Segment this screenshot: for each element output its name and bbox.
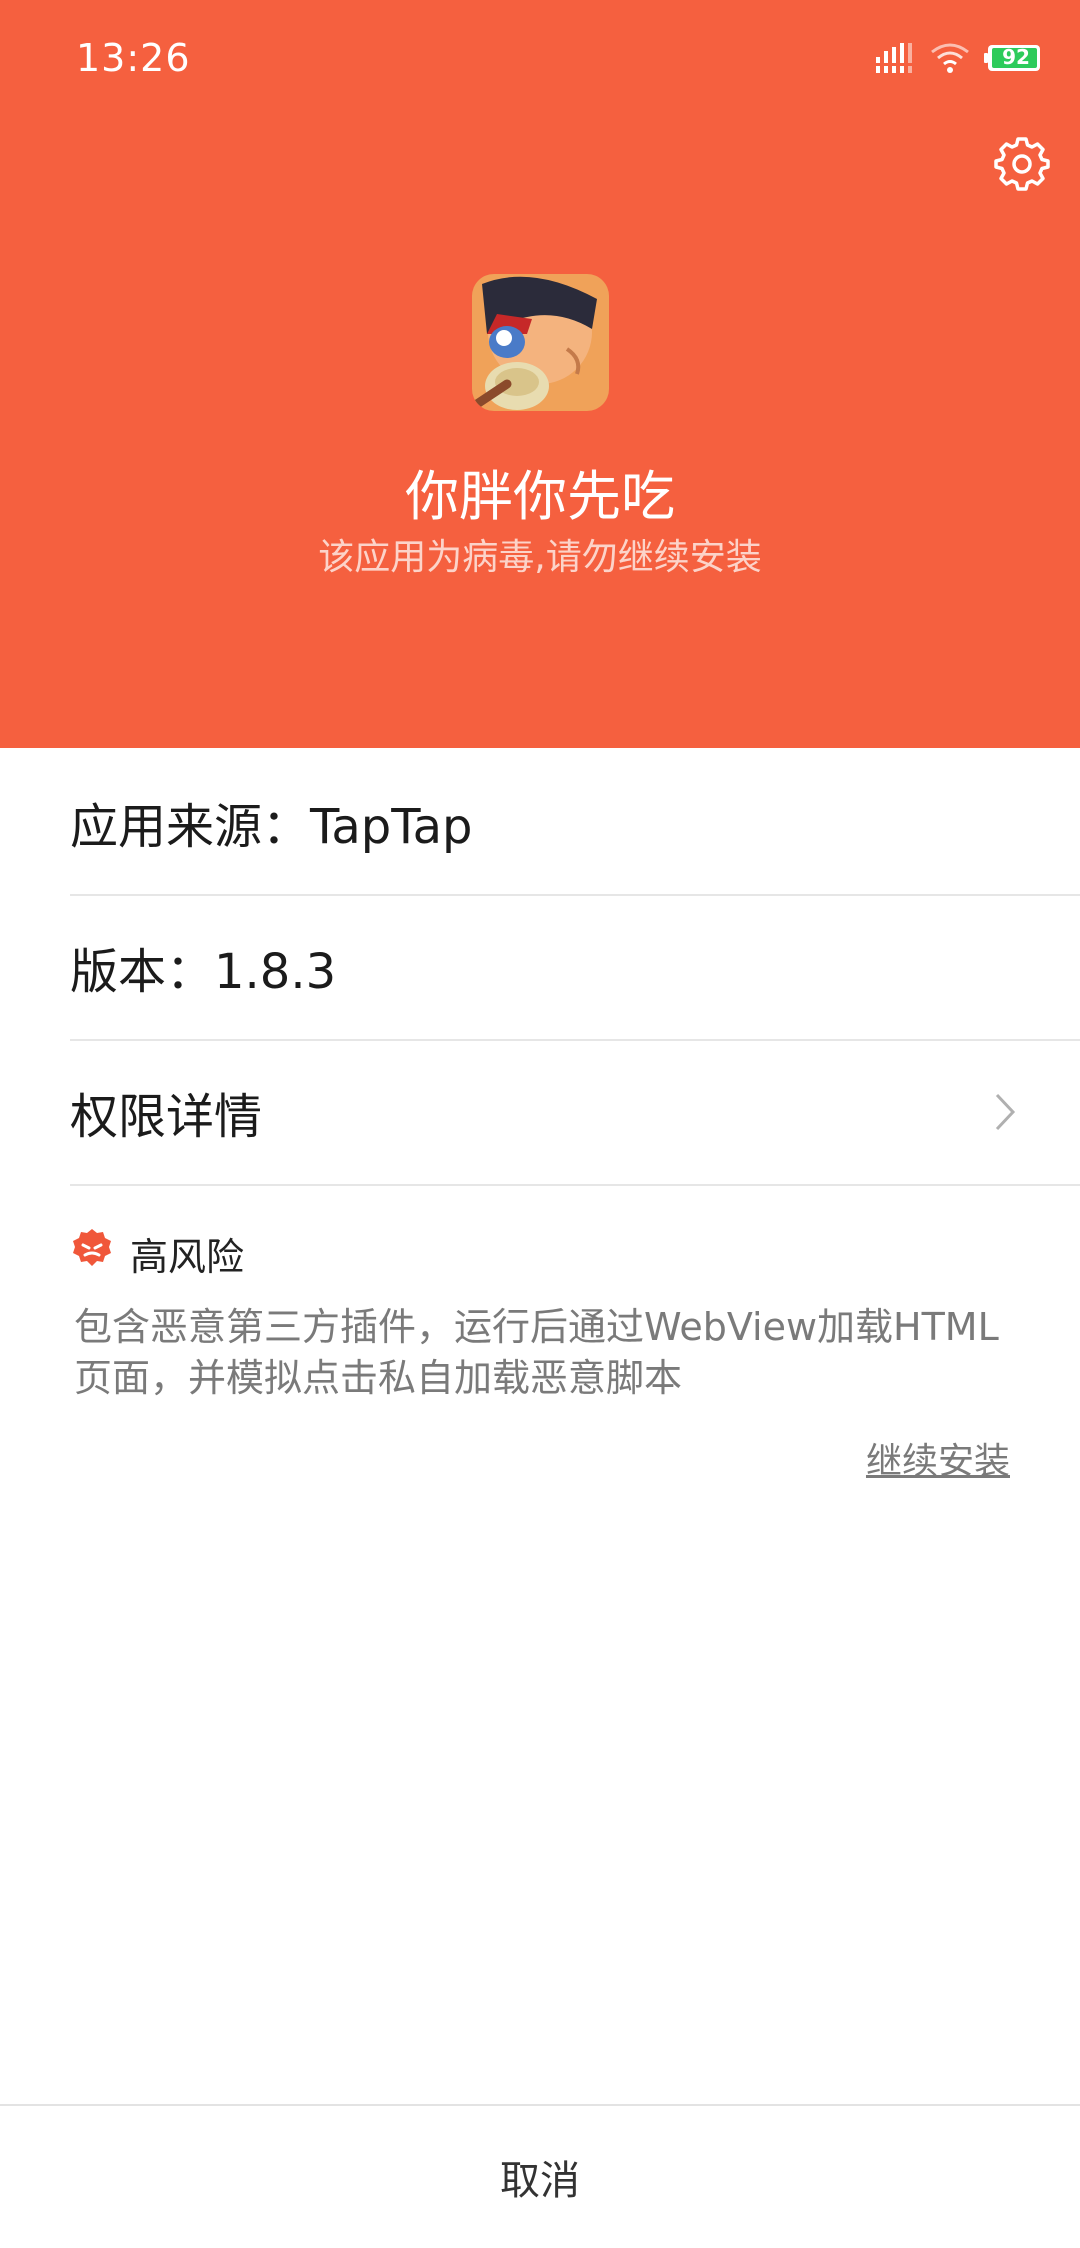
gear-icon [994,137,1050,191]
continue-install-link[interactable]: 继续安装 [866,1432,1010,1484]
status-time: 13:26 [76,36,191,80]
status-icons: 92 [874,40,1042,76]
app-header: 13:26 92 你胖你先吃 该应用为病毒,请勿继续安装 [0,0,1080,748]
app-name: 你胖你先吃 [405,465,675,528]
risk-description: 包含恶意第三方插件，运行后通过WebView加载HTML页面，并模拟点击私自加载… [74,1305,999,1400]
permissions-row[interactable]: 权限详情 [70,1040,1080,1186]
wifi-icon [931,43,969,73]
chevron-right-icon [995,1093,1016,1131]
battery-icon: 92 [984,44,1042,72]
version-text: 版本：1.8.3 [70,944,337,1000]
virus-warning: 该应用为病毒,请勿继续安装 [318,537,762,578]
permissions-label: 权限详情 [70,1089,263,1145]
cancel-button[interactable]: 取消 [0,2106,1080,2248]
app-icon [472,274,609,411]
risk-level: 高风险 [130,1235,245,1279]
settings-button[interactable] [994,136,1050,192]
signal-icon [874,43,916,73]
source-row: 应用来源：TapTap [70,750,1080,896]
risk-badge-icon [73,1229,111,1266]
source-text: 应用来源：TapTap [70,799,473,855]
version-row: 版本：1.8.3 [70,895,1080,1041]
battery-level: 92 [1002,45,1030,69]
